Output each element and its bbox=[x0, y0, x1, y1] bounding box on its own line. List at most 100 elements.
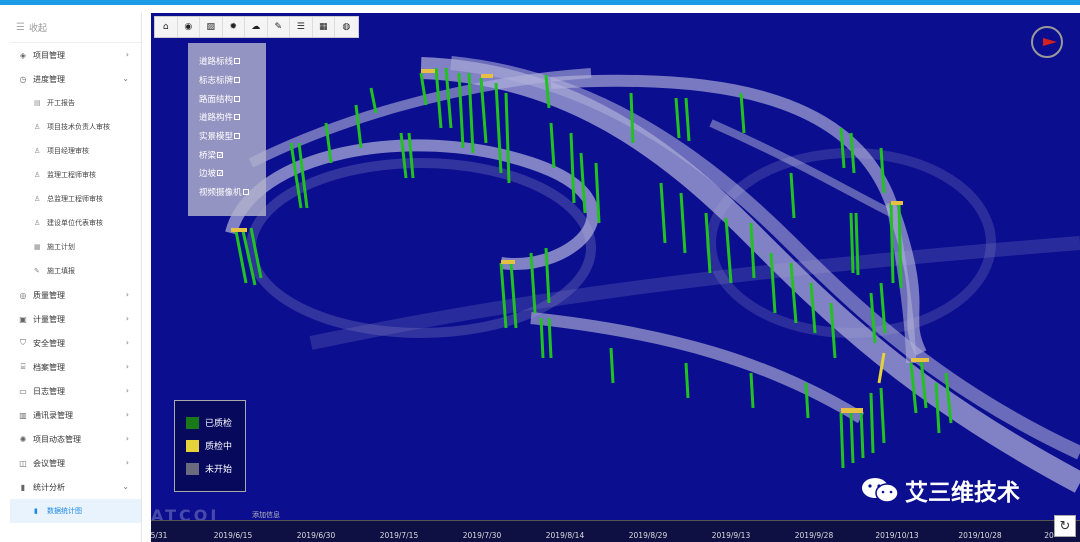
compass-icon[interactable] bbox=[1031, 26, 1063, 58]
layer-signs[interactable]: 标志标牌 bbox=[188, 71, 266, 90]
document-icon: ▤ bbox=[34, 99, 41, 107]
timeline-add-info[interactable]: 添加信息 bbox=[252, 510, 280, 520]
menu-item-log[interactable]: ▭ 日志管理 › bbox=[10, 379, 141, 403]
sub-item-manager-review[interactable]: ♙ 项目经理审核 bbox=[10, 139, 141, 163]
home-icon[interactable]: ⌂ bbox=[155, 17, 178, 37]
collapse-button[interactable]: ☰ 收起 bbox=[10, 13, 141, 43]
table-icon[interactable]: ▦ bbox=[313, 17, 335, 37]
status-legend: 已质检 质检中 未开始 bbox=[174, 400, 246, 492]
timeline-bar[interactable]: 5/31 2019/6/15 2019/6/30 2019/7/15 2019/… bbox=[151, 520, 1080, 542]
log-icon: ▭ bbox=[19, 386, 27, 396]
sub-item-construction-plan[interactable]: ▦ 施工计划 bbox=[10, 235, 141, 259]
legend-item-inspected: 已质检 bbox=[186, 411, 245, 434]
menu-item-quality[interactable]: ◎ 质量管理 › bbox=[10, 283, 141, 307]
layer-slope[interactable]: 边坡 ✓ bbox=[188, 164, 266, 183]
chevron-down-icon: ⌄ bbox=[122, 74, 129, 83]
watermark-text: 艾三维技术 bbox=[905, 480, 1020, 506]
sub-item-tech-review[interactable]: ♙ 项目技术负责人审核 bbox=[10, 115, 141, 139]
chevron-right-icon: › bbox=[125, 386, 129, 395]
timeline-tick: 2019/6/15 bbox=[213, 531, 253, 540]
sun-icon[interactable]: ✹ bbox=[223, 17, 245, 37]
timeline-tick: 20 bbox=[1044, 531, 1054, 540]
layer-road-components[interactable]: 道路构件 bbox=[188, 108, 266, 127]
layer-checkbox[interactable] bbox=[234, 77, 241, 84]
news-icon: ✺ bbox=[19, 434, 27, 444]
menu-item-project-news[interactable]: ✺ 项目动态管理 › bbox=[10, 427, 141, 451]
chevron-right-icon: › bbox=[125, 410, 129, 419]
user-icon: ♙ bbox=[34, 171, 41, 179]
user-icon: ♙ bbox=[34, 123, 41, 131]
bim-3d-viewer[interactable]: ⌂ ◉ ▨ ✹ ☁ ✎ ☰ ▦ ◍ 道路标线 标志标牌 路面结构 道路构件 实景… bbox=[151, 13, 1080, 542]
sub-item-supervisor-review[interactable]: ♙ 监理工程师审核 bbox=[10, 163, 141, 187]
timeline-tick: 2019/7/15 bbox=[379, 531, 419, 540]
timeline-tick: 2019/9/13 bbox=[711, 531, 751, 540]
wechat-icon bbox=[862, 478, 899, 503]
layer-checkbox[interactable] bbox=[234, 95, 241, 102]
layer-bridge[interactable]: 桥梁 ✓ bbox=[188, 145, 266, 164]
eye-icon[interactable]: ◉ bbox=[178, 17, 200, 37]
compass-needle bbox=[1043, 38, 1057, 46]
timeline-tick: 2019/8/14 bbox=[545, 531, 585, 540]
chevron-right-icon: › bbox=[125, 338, 129, 347]
layers-icon: ◈ bbox=[19, 50, 27, 60]
meeting-icon: ◫ bbox=[19, 458, 27, 468]
layer-reality-model[interactable]: 实景模型 bbox=[188, 127, 266, 146]
chevron-right-icon: › bbox=[125, 290, 129, 299]
image-icon[interactable]: ▨ bbox=[200, 17, 223, 37]
pin-icon[interactable]: ✎ bbox=[268, 17, 290, 37]
chart-icon: ▮ bbox=[34, 507, 38, 515]
legend-swatch bbox=[186, 416, 199, 429]
bridge-scene[interactable] bbox=[151, 13, 1080, 542]
cloud-icon[interactable]: ☁ bbox=[245, 17, 268, 37]
collapse-label: 收起 bbox=[28, 24, 47, 34]
clock-icon: ◷ bbox=[19, 74, 27, 84]
menu-item-meeting[interactable]: ◫ 会议管理 › bbox=[10, 451, 141, 475]
user-icon: ♙ bbox=[34, 147, 41, 155]
collapse-icon: ☰ bbox=[16, 22, 25, 33]
clipboard-icon: ▣ bbox=[19, 314, 27, 324]
globe-icon[interactable]: ◍ bbox=[335, 17, 358, 37]
refresh-icon[interactable]: ↻ bbox=[1054, 515, 1076, 537]
sub-item-start-report[interactable]: ▤ 开工报告 bbox=[10, 91, 141, 115]
chevron-down-icon: ⌄ bbox=[122, 482, 129, 491]
layer-road-marking[interactable]: 道路标线 bbox=[188, 52, 266, 71]
menu-item-progress[interactable]: ◷ 进度管理 ⌄ bbox=[10, 67, 141, 91]
layer-cameras[interactable]: 视频摄像机 bbox=[188, 183, 266, 202]
menu-item-contacts[interactable]: ▥ 通讯录管理 › bbox=[10, 403, 141, 427]
timeline-tick: 2019/10/13 bbox=[875, 531, 919, 540]
menu-item-safety[interactable]: ⛉ 安全管理 › bbox=[10, 331, 141, 355]
shield-icon: ⛉ bbox=[20, 338, 26, 347]
sub-item-construction-report[interactable]: ✎ 施工填报 bbox=[10, 259, 141, 283]
legend-item-inspecting: 质检中 bbox=[186, 434, 245, 457]
sub-item-owner-review[interactable]: ♙ 建设单位代表审核 bbox=[10, 211, 141, 235]
sub-item-chief-supervisor-review[interactable]: ♙ 总监理工程师审核 bbox=[10, 187, 141, 211]
timeline-tick: 2019/8/29 bbox=[628, 531, 668, 540]
legend-item-not-started: 未开始 bbox=[186, 457, 245, 480]
layer-checkbox[interactable]: ✓ bbox=[217, 151, 223, 158]
contacts-icon: ▥ bbox=[19, 410, 27, 420]
timeline-tick: 2019/6/30 bbox=[296, 531, 336, 540]
layer-checkbox[interactable]: ✓ bbox=[217, 170, 223, 177]
menu-item-metering[interactable]: ▣ 计量管理 › bbox=[10, 307, 141, 331]
legend-swatch bbox=[186, 462, 199, 475]
viewer-toolbar: ⌂ ◉ ▨ ✹ ☁ ✎ ☰ ▦ ◍ bbox=[154, 16, 359, 38]
menu-item-project[interactable]: ◈ 项目管理 › bbox=[10, 43, 141, 67]
timeline-tick: 2019/9/28 bbox=[794, 531, 834, 540]
timeline-tick: 2019/10/28 bbox=[958, 531, 1002, 540]
layer-checkbox[interactable] bbox=[242, 189, 249, 196]
menu-item-archive[interactable]: ⌸ 档案管理 › bbox=[10, 355, 141, 379]
layer-checkbox[interactable] bbox=[234, 133, 241, 140]
watermark: 艾三维技术 bbox=[861, 473, 1020, 507]
layer-checkbox[interactable] bbox=[234, 114, 241, 121]
top-accent-bar bbox=[0, 0, 1080, 5]
layer-checkbox[interactable] bbox=[234, 58, 241, 65]
sub-item-data-chart[interactable]: ▮ 数据统计图 bbox=[10, 499, 141, 523]
menu-item-statistics[interactable]: ▮ 统计分析 ⌄ bbox=[10, 475, 141, 499]
timeline-tick: 2019/7/30 bbox=[462, 531, 502, 540]
list-icon[interactable]: ☰ bbox=[290, 17, 313, 37]
chart-icon: ▮ bbox=[20, 482, 26, 492]
layer-pavement[interactable]: 路面结构 bbox=[188, 89, 266, 108]
chevron-right-icon: › bbox=[125, 458, 129, 467]
edit-icon: ✎ bbox=[34, 267, 40, 275]
layer-panel: 道路标线 标志标牌 路面结构 道路构件 实景模型 桥梁 ✓ 边坡 ✓ 视频摄像机 bbox=[188, 43, 266, 216]
